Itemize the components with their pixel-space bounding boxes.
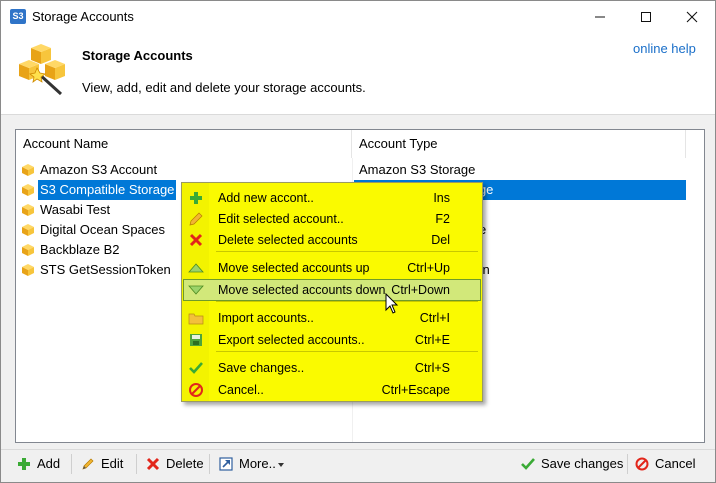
menu-item-shortcut: Ctrl+S <box>414 361 450 375</box>
storage-boxes-icon <box>19 44 65 96</box>
menu-item-shortcut: Ctrl+Escape <box>381 383 450 397</box>
menu-item-label: Edit selected account.. <box>218 212 344 226</box>
check-icon <box>189 362 203 374</box>
menu-separator <box>216 351 478 352</box>
menu-item[interactable]: Edit selected account.. F2 <box>184 209 480 229</box>
toolbar-separator <box>71 454 72 474</box>
menu-item-shortcut: Ctrl+Down <box>391 283 450 297</box>
add-button-label: Add <box>37 456 61 471</box>
menu-item-label: Add new accont.. <box>218 191 314 205</box>
menu-item-shortcut: Del <box>431 233 450 247</box>
close-icon <box>686 11 698 23</box>
storage-box-icon <box>21 183 35 197</box>
toolbar-separator <box>627 454 628 474</box>
cancel-button-label: Cancel <box>655 456 696 471</box>
close-button[interactable] <box>669 1 715 32</box>
account-name-cell: S3 Compatible Storage <box>38 180 177 200</box>
header-divider <box>1 114 715 115</box>
window-title: Storage Accounts <box>32 9 134 24</box>
menu-item-shortcut: F2 <box>435 212 450 226</box>
menu-item-shortcut: Ctrl+Up <box>407 261 450 275</box>
menu-item-shortcut: Ins <box>433 191 450 205</box>
page-title: Storage Accounts <box>82 48 193 63</box>
delete-button-label: Delete <box>166 456 204 471</box>
maximize-icon <box>641 12 651 22</box>
external-link-icon <box>219 457 233 471</box>
pencil-icon <box>189 212 203 226</box>
save-icon <box>190 334 202 346</box>
menu-item-shortcut: Ctrl+E <box>414 333 450 347</box>
plus-icon <box>18 458 30 470</box>
menu-item-label: Move selected accounts down <box>218 283 386 297</box>
online-help-link[interactable]: online help <box>633 41 696 56</box>
more-button-label: More.. <box>239 456 276 471</box>
storage-accounts-window: S3 Storage Accounts Storage Accounts Vie… <box>0 0 716 483</box>
menu-item[interactable]: Save changes.. Ctrl+S <box>184 358 480 378</box>
menu-item[interactable]: Export selected accounts.. Ctrl+E <box>184 330 480 350</box>
menu-separator <box>216 301 478 302</box>
save-changes-label: Save changes <box>541 456 624 471</box>
account-name-cell: Digital Ocean Spaces <box>40 222 166 237</box>
maximize-button[interactable] <box>623 1 669 32</box>
check-icon <box>521 458 535 470</box>
account-name-cell: Backblaze B2 <box>40 242 120 257</box>
toolbar-separator <box>136 454 137 474</box>
menu-item[interactable]: Cancel.. Ctrl+Escape <box>184 380 480 400</box>
cancel-icon <box>635 457 649 471</box>
account-name-cell: Wasabi Test <box>40 202 111 217</box>
column-header-account-name[interactable]: Account Name <box>16 130 352 158</box>
menu-item[interactable]: Delete selected accounts Del <box>184 230 480 250</box>
menu-separator <box>216 251 478 252</box>
menu-item[interactable]: Move selected accounts down Ctrl+Down <box>183 279 481 301</box>
x-icon <box>146 457 160 471</box>
menu-item-label: Import accounts.. <box>218 311 314 325</box>
column-header-account-type[interactable]: Account Type <box>352 130 686 158</box>
toolbar-separator <box>209 454 210 474</box>
account-type-cell: Amazon S3 Storage <box>359 162 476 177</box>
account-name-cell: STS GetSessionToken <box>40 262 171 277</box>
dialog-header: Storage Accounts View, add, edit and del… <box>1 32 715 114</box>
title-bar[interactable]: S3 Storage Accounts <box>1 1 715 32</box>
folder-icon <box>188 313 204 325</box>
edit-button-label: Edit <box>101 456 124 471</box>
cancel-icon <box>189 383 203 397</box>
minimize-icon <box>595 16 605 18</box>
chevron-down-icon <box>278 463 284 467</box>
context-menu: Add new accont.. Ins Edit selected account… <box>181 182 483 402</box>
arrow-down-icon <box>188 285 204 295</box>
menu-item-label: Export selected accounts.. <box>218 333 365 347</box>
menu-item-label: Delete selected accounts <box>218 233 358 247</box>
account-name-cell: Amazon S3 Account <box>40 162 158 177</box>
storage-box-icon <box>21 243 35 257</box>
menu-item-label: Move selected accounts up <box>218 261 370 275</box>
menu-item[interactable]: Add new accont.. Ins <box>184 188 480 208</box>
mouse-pointer-icon <box>385 293 399 314</box>
storage-box-icon <box>21 163 35 177</box>
toolbar-divider <box>1 449 715 450</box>
table-row[interactable]: Amazon S3 Account Amazon S3 Storage <box>16 160 686 180</box>
plus-icon <box>190 192 202 204</box>
storage-box-icon <box>21 203 35 217</box>
page-description: View, add, edit and delete your storage … <box>82 80 366 95</box>
arrow-up-icon <box>188 263 204 273</box>
menu-item-shortcut: Ctrl+I <box>419 311 450 325</box>
x-icon <box>189 233 203 247</box>
storage-box-icon <box>21 223 35 237</box>
menu-item-label: Save changes.. <box>218 361 305 375</box>
app-icon: S3 <box>10 9 26 24</box>
menu-item[interactable]: Import accounts.. Ctrl+I <box>184 308 480 328</box>
menu-item-label: Cancel.. <box>218 383 264 397</box>
menu-item[interactable]: Move selected accounts up Ctrl+Up <box>184 258 480 278</box>
pencil-icon <box>82 458 94 470</box>
storage-box-icon <box>21 263 35 277</box>
minimize-button[interactable] <box>577 1 623 32</box>
